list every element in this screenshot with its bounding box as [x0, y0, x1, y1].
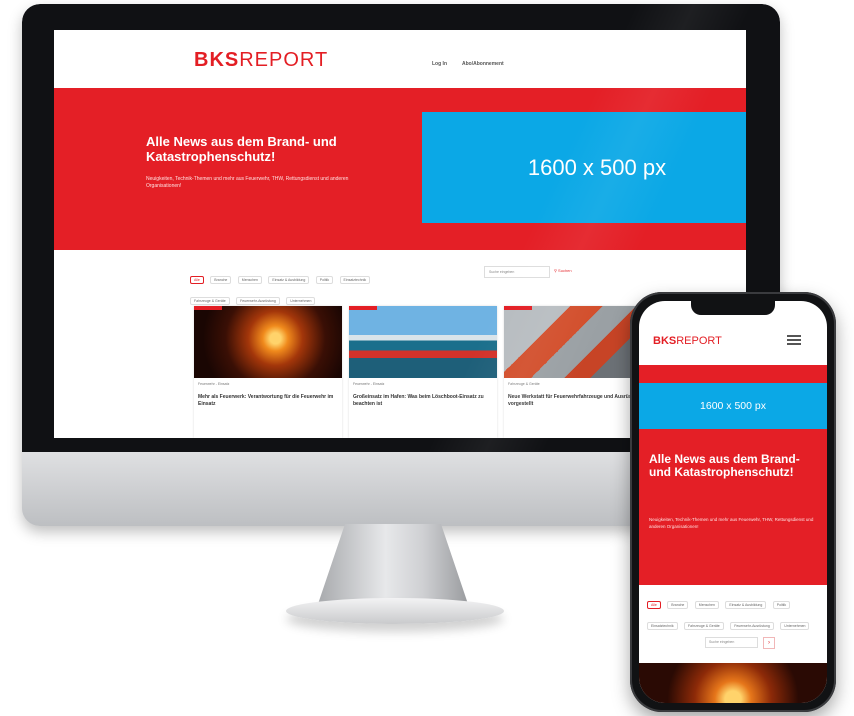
hero-text: Neuigkeiten, Technik-Themen und mehr aus…	[146, 176, 349, 189]
menu-icon[interactable]	[787, 335, 801, 345]
nav-subscribe[interactable]: Abo/Abonnement	[462, 61, 504, 67]
filter-chip[interactable]: Menschen	[237, 276, 262, 284]
filter-chip[interactable]: Branche	[667, 601, 689, 609]
search-button-label: Suchen	[558, 268, 572, 273]
mobile-hero-text: Neuigkeiten, Technik-Themen und mehr aus…	[649, 517, 814, 529]
filter-chip[interactable]: Einsatz & Ausbildung	[725, 601, 767, 609]
phone-notch	[691, 301, 775, 315]
search-icon: ⚲	[554, 268, 559, 273]
filter-chip[interactable]: Politik	[772, 601, 791, 609]
article-meta: Feuerwehr - Einsatz	[198, 382, 230, 386]
filter-chip[interactable]: Einsatztechnik	[647, 622, 678, 630]
article-image	[194, 306, 342, 378]
smartphone: BKSREPORT 1600 x 500 px Alle News aus de…	[630, 292, 836, 712]
article-title[interactable]: Großeinsatz im Hafen: Was beim Löschboot…	[353, 394, 489, 407]
mobile-hero-title: Alle News aus dem Brand- und Katastrophe…	[649, 452, 800, 479]
filter-chip[interactable]: Fahrzeuge & Geräte	[684, 622, 724, 630]
mobile-site-logo[interactable]: BKSREPORT	[653, 335, 722, 347]
mobile-category-filters: Alle Branche Menschen Einsatz & Ausbildu…	[647, 593, 823, 635]
category-filters: Alle Branche Menschen Einsatz & Ausbildu…	[190, 268, 410, 310]
filter-chip[interactable]: Einsatztechnik	[339, 276, 371, 284]
logo-light: REPORT	[239, 49, 329, 71]
filter-chip[interactable]: Branche	[210, 276, 232, 284]
filter-chip[interactable]: Feuerwehr-Ausrüstung	[236, 297, 280, 305]
monitor-stand	[318, 524, 468, 604]
site-logo[interactable]: BKSREPORT	[194, 49, 328, 72]
filter-chip[interactable]: Alle	[647, 601, 661, 609]
nav-login[interactable]: Log In	[432, 61, 447, 67]
article-card[interactable]: Feuerwehr - Einsatz Großeinsatz im Hafen…	[349, 306, 497, 438]
filter-chip[interactable]: Unternehmen	[780, 622, 810, 630]
hero-banner: Alle News aus dem Brand- und Katastrophe…	[54, 88, 746, 250]
article-tag	[194, 306, 222, 310]
filter-chip[interactable]: Fahrzeuge & Geräte	[190, 297, 230, 305]
article-tag	[504, 306, 532, 310]
filter-chip[interactable]: Einsatz & Ausbildung	[268, 276, 310, 284]
logo-light: REPORT	[676, 335, 722, 347]
mobile-search-input[interactable]: Suche eingeben	[705, 637, 758, 648]
filter-chip[interactable]: Feuerwehr-Ausrüstung	[730, 622, 774, 630]
filter-chip[interactable]: Alle	[190, 276, 204, 284]
filter-chip[interactable]: Politik	[315, 276, 334, 284]
mobile-hero-image-placeholder: 1600 x 500 px	[639, 383, 827, 429]
article-meta: Fahrzeuge & Geräte	[508, 382, 540, 386]
article-meta: Feuerwehr - Einsatz	[353, 382, 385, 386]
search-input[interactable]: Suche eingeben	[484, 266, 550, 278]
monitor-base	[286, 598, 504, 624]
article-title[interactable]: Neue Werkstatt für Feuerwehrfahrzeuge un…	[508, 394, 644, 407]
article-tag	[349, 306, 377, 310]
hero-image-placeholder: 1600 x 500 px	[422, 112, 746, 223]
article-image	[349, 306, 497, 378]
filter-chip[interactable]: Menschen	[694, 601, 719, 609]
article-title[interactable]: Mehr als Feuerwerk: Verantwortung für di…	[198, 394, 334, 407]
site-header: BKSREPORT Log In Abo/Abonnement	[54, 30, 746, 80]
mobile-screen: BKSREPORT 1600 x 500 px Alle News aus de…	[639, 301, 827, 703]
logo-bold: BKS	[653, 335, 677, 347]
filter-chip[interactable]: Unternehmen	[286, 297, 316, 305]
hero-title: Alle News aus dem Brand- und Katastrophe…	[146, 134, 337, 164]
mobile-search-button[interactable]: ›	[763, 637, 775, 649]
logo-bold: BKS	[194, 49, 240, 71]
search-button[interactable]: ⚲ Suchen	[554, 268, 572, 273]
article-card[interactable]: Feuerwehr - Einsatz Mehr als Feuerwerk: …	[194, 306, 342, 438]
mobile-article-image	[639, 663, 827, 703]
article-cards: Feuerwehr - Einsatz Mehr als Feuerwerk: …	[194, 306, 664, 438]
